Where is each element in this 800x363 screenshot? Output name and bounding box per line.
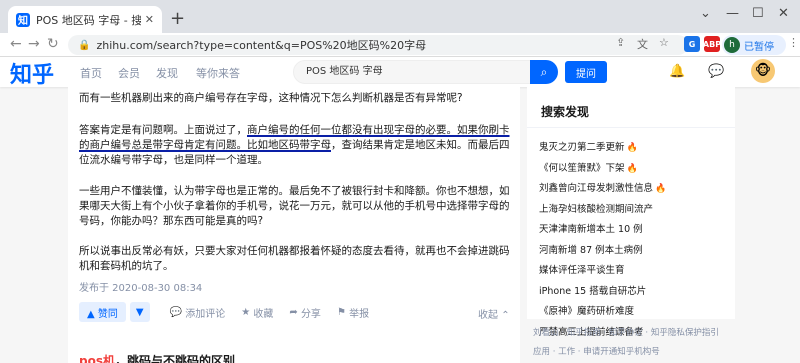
- search-input[interactable]: POS 地区码 字母: [293, 60, 533, 84]
- bookmark-star-icon[interactable]: ☆: [659, 36, 669, 49]
- translate-extension-icon[interactable]: G: [684, 36, 700, 52]
- lock-icon: 🔒: [78, 39, 91, 51]
- browser-menu-icon[interactable]: ⋮: [788, 36, 799, 49]
- tab-search-icon[interactable]: ⌄: [700, 6, 711, 21]
- collapse-button[interactable]: 收起 ⌃: [478, 306, 510, 321]
- ask-button[interactable]: 提问: [565, 61, 607, 83]
- trend-item[interactable]: 鬼灭之刃第二季更新 🔥: [539, 139, 638, 153]
- address-bar[interactable]: 🔒 zhihu.com/search?type=content&q=POS%20…: [68, 35, 688, 55]
- nav-waiting[interactable]: 等你来答: [196, 65, 240, 81]
- close-window-icon[interactable]: ✕: [778, 6, 789, 21]
- answer-paragraph-1: 而有一些机器刷出来的商户编号存在字母，这种情况下怎么判断机器是否有异常呢?: [79, 92, 463, 104]
- profile-button[interactable]: h 已暂停: [722, 35, 786, 55]
- highlight-1: 商户编号的任何一位都没有出现字母的必要。: [247, 124, 457, 136]
- profile-status: 已暂停: [744, 41, 774, 53]
- footer-links-2[interactable]: 应用 · 工作 · 申请开通知乎机构号: [533, 345, 660, 357]
- browser-tab-bar: 知 POS 地区码 字母 - 搜索结果 - 知 ✕ + ⌄ — ☐ ✕: [0, 0, 800, 33]
- search-icon: ⌕: [540, 64, 548, 79]
- user-avatar[interactable]: 🐵: [751, 59, 775, 83]
- search-discovery-panel: 搜索发现 鬼灭之刃第二季更新 🔥 《何以笙箫默》下架 🔥 刘鑫曾向江母发刺激性信息 🔥 上海…: [527, 87, 735, 338]
- upvote-button[interactable]: ▲ 赞同: [79, 302, 126, 322]
- nav-home[interactable]: 首页: [80, 65, 102, 81]
- trend-item[interactable]: 上海孕妇核酸检测期间流产: [539, 201, 653, 215]
- trend-item[interactable]: 天津津南新增本土 10 例: [539, 221, 643, 235]
- hot-fire-icon: 🔥: [655, 184, 667, 194]
- minimize-icon[interactable]: —: [726, 6, 739, 21]
- adblock-extension-icon[interactable]: ABP: [703, 36, 721, 52]
- nav-vip[interactable]: 会员: [118, 65, 140, 81]
- new-tab-icon[interactable]: +: [170, 8, 185, 29]
- answer-paragraph-2: 答案肯定是有问题啊。上面说过了，商户编号的任何一位都没有出现字母的必要。如果你刷…: [79, 124, 510, 166]
- answer-actions: ▲ 赞同 ▼ 💬 添加评论 ★ 收藏 ➦ 分享 ⚑ 举报: [79, 302, 369, 322]
- zhihu-favicon-icon: 知: [16, 12, 30, 27]
- share-button[interactable]: ➦ 分享: [289, 305, 321, 320]
- trend-item[interactable]: 刘鑫曾向江母发刺激性信息 🔥: [539, 180, 666, 194]
- share-icon: ➦: [289, 306, 301, 318]
- publish-time: 发布于 2020-08-30 08:34: [79, 283, 203, 294]
- forward-icon[interactable]: →: [28, 36, 40, 52]
- back-icon[interactable]: ←: [10, 36, 22, 52]
- zhihu-logo[interactable]: 知乎: [10, 57, 54, 89]
- trend-item[interactable]: iPhone 15 搭载自研芯片: [539, 283, 646, 297]
- trend-item[interactable]: 《原神》魔药研析难度: [539, 303, 634, 317]
- footer-links-1[interactable]: 刘看山 · 知乎指南 · 知乎协议 · 知乎隐私保护指引: [533, 326, 719, 338]
- downvote-button[interactable]: ▼: [129, 302, 150, 322]
- chevron-up-icon: ⌃: [501, 310, 510, 321]
- divider: [527, 127, 735, 128]
- trend-item[interactable]: 《何以笙箫默》下架 🔥: [539, 160, 638, 174]
- maximize-icon[interactable]: ☐: [752, 6, 764, 21]
- tab-title: POS 地区码 字母 - 搜索结果 - 知: [36, 13, 141, 27]
- flag-icon: ⚑: [336, 306, 350, 318]
- reload-icon[interactable]: ↻: [47, 36, 59, 52]
- close-tab-icon[interactable]: ✕: [145, 13, 154, 26]
- comment-button[interactable]: 💬 添加评论: [170, 305, 226, 320]
- report-button[interactable]: ⚑ 举报: [337, 305, 369, 320]
- answer-card: 而有一些机器刷出来的商户编号存在字母，这种情况下怎么判断机器是否有异常呢? 答案…: [68, 87, 520, 363]
- favorite-button[interactable]: ★ 收藏: [241, 305, 273, 320]
- hot-fire-icon: 🔥: [626, 163, 638, 174]
- zhihu-header: 知乎 首页 会员 发现 等你来答 POS 地区码 字母 ⌕ 提问 🔔 💬 🐵: [0, 57, 800, 89]
- browser-tab[interactable]: 知 POS 地区码 字母 - 搜索结果 - 知 ✕: [8, 6, 162, 33]
- star-icon: ★: [241, 306, 254, 318]
- profile-avatar: h: [724, 37, 740, 53]
- translate-icon[interactable]: 文: [637, 36, 648, 52]
- url-text: zhihu.com/search?type=content&q=POS%20地区…: [96, 39, 427, 52]
- nav-explore[interactable]: 发现: [156, 65, 178, 81]
- comment-icon: 💬: [169, 306, 186, 318]
- notification-bell-icon[interactable]: 🔔: [669, 64, 685, 79]
- messages-icon[interactable]: 💬: [708, 64, 724, 79]
- hot-fire-icon: 🔥: [626, 143, 638, 153]
- answer-paragraph-3: 一些用户不懂装懂，认为带字母也是正常的。最后免不了被银行封卡和降额。你也不想想，…: [79, 185, 510, 227]
- search-button[interactable]: ⌕: [530, 60, 558, 84]
- trend-item[interactable]: 媒体评任泽平谈生育: [539, 262, 625, 276]
- browser-toolbar: ← → ↻ 🔒 zhihu.com/search?type=content&q=…: [0, 33, 800, 57]
- trend-item[interactable]: 河南新增 87 例本土病例: [539, 242, 643, 256]
- highlight-3: 比如地区码带字母: [247, 139, 331, 151]
- panel-title: 搜索发现: [541, 105, 590, 119]
- next-result-title[interactable]: pos机，跳码与不跳码的区别: [79, 352, 235, 363]
- share-page-icon[interactable]: ⇪: [616, 36, 625, 49]
- answer-paragraph-4: 所以说事出反常必有妖，只要大家对任何机器都报着怀疑的态度去看待，就再也不会掉进跳…: [79, 245, 510, 272]
